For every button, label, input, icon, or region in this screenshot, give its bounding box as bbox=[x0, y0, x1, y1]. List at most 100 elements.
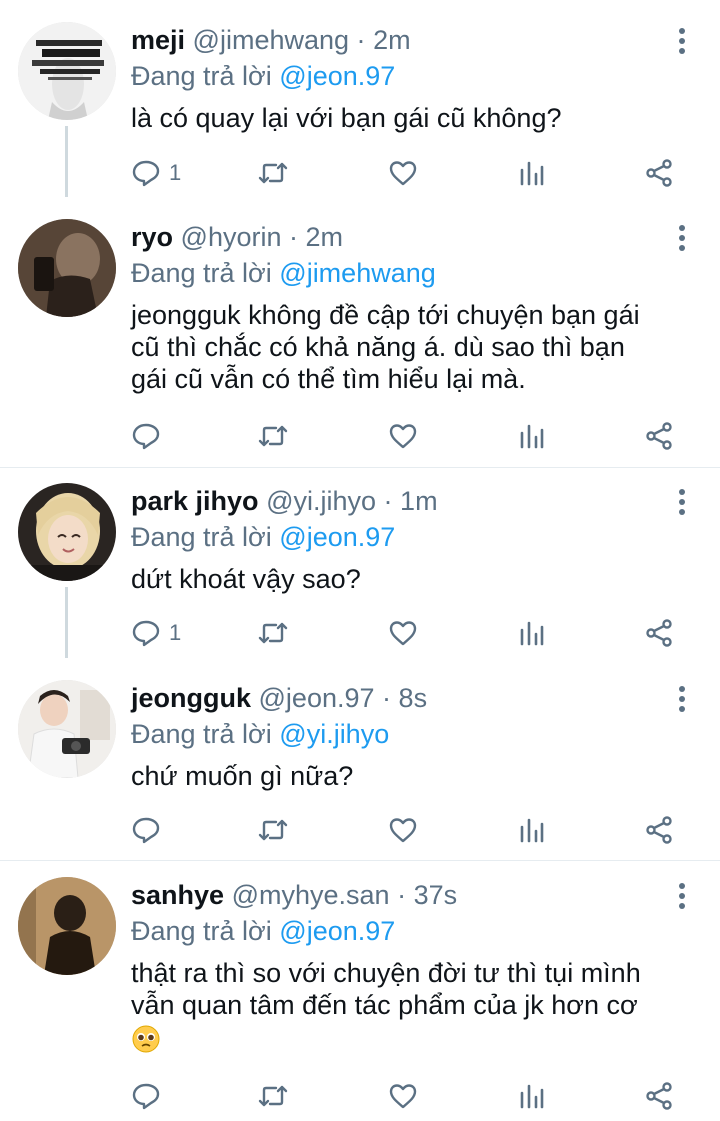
tweet-text-line bbox=[131, 1021, 690, 1054]
comment-icon bbox=[132, 620, 160, 647]
comment-icon bbox=[132, 423, 160, 450]
user-handle[interactable]: @yi.jihyo bbox=[266, 486, 376, 516]
user-handle[interactable]: @hyorin bbox=[181, 222, 282, 252]
more-icon[interactable] bbox=[672, 881, 692, 911]
like-button[interactable] bbox=[388, 419, 418, 453]
display-name[interactable]: ryo bbox=[131, 222, 173, 252]
tweet-text: jeongguk không đề cập tới chuyện bạn gái… bbox=[131, 299, 690, 395]
retweet-button[interactable] bbox=[258, 419, 288, 453]
user-handle[interactable]: @jimehwang bbox=[193, 25, 349, 55]
tweet[interactable]: park jihyo @yi.jihyo · 1m Đang trả lời @… bbox=[0, 483, 720, 658]
like-button[interactable] bbox=[388, 1079, 418, 1113]
reply-prefix: Đang trả lời bbox=[131, 258, 272, 288]
tweet-text-line: thật ra thì so với chuyện đời tư thì tụi… bbox=[131, 958, 641, 988]
display-name[interactable]: park jihyo bbox=[131, 486, 259, 516]
reply-count: 1 bbox=[169, 160, 182, 185]
tweet-header: ryo @hyorin · 2m bbox=[131, 219, 660, 255]
like-button[interactable] bbox=[388, 156, 418, 190]
divider bbox=[0, 860, 720, 861]
reply-count: 1 bbox=[169, 620, 182, 645]
retweet-icon bbox=[258, 622, 288, 644]
more-icon[interactable] bbox=[672, 223, 692, 253]
avatar[interactable] bbox=[18, 483, 116, 581]
tweet-header: jeongguk @jeon.97 · 8s bbox=[131, 680, 660, 716]
timestamp[interactable]: 37s bbox=[414, 880, 458, 910]
tweet-text-line: chứ muốn gì nữa? bbox=[131, 761, 354, 791]
reply-button[interactable] bbox=[131, 419, 169, 453]
retweet-button[interactable] bbox=[258, 1079, 288, 1113]
stats-button[interactable] bbox=[517, 1079, 547, 1113]
share-icon bbox=[646, 816, 672, 844]
avatar[interactable] bbox=[18, 680, 116, 778]
retweet-icon bbox=[258, 1085, 288, 1107]
stats-button[interactable] bbox=[517, 813, 547, 847]
display-name[interactable]: sanhye bbox=[131, 880, 224, 910]
reply-mention[interactable]: @jeon.97 bbox=[279, 61, 395, 91]
retweet-icon bbox=[258, 425, 288, 447]
reply-button[interactable]: 1 bbox=[131, 616, 181, 650]
user-handle[interactable]: @jeon.97 bbox=[259, 683, 375, 713]
share-icon bbox=[646, 159, 672, 187]
timestamp[interactable]: 2m bbox=[306, 222, 344, 252]
share-button[interactable] bbox=[644, 156, 674, 190]
more-icon[interactable] bbox=[672, 26, 692, 56]
stats-button[interactable] bbox=[517, 156, 547, 190]
tweet-text-line: vẫn quan tâm đến tác phẩm của jk hơn cơ bbox=[131, 990, 638, 1020]
reply-mention[interactable]: @jeon.97 bbox=[279, 522, 395, 552]
reply-button[interactable] bbox=[131, 813, 169, 847]
timestamp[interactable]: 1m bbox=[400, 486, 438, 516]
retweet-icon bbox=[258, 819, 288, 841]
tweet[interactable]: jeongguk @jeon.97 · 8s Đang trả lời @yi.… bbox=[0, 680, 720, 855]
share-button[interactable] bbox=[644, 813, 674, 847]
more-icon[interactable] bbox=[672, 684, 692, 714]
tweet[interactable]: ryo @hyorin · 2m Đang trả lời @jimehwang… bbox=[0, 219, 720, 464]
user-handle[interactable]: @myhye.san bbox=[232, 880, 390, 910]
retweet-button[interactable] bbox=[258, 156, 288, 190]
share-button[interactable] bbox=[644, 1079, 674, 1113]
share-icon bbox=[646, 422, 672, 450]
reply-mention[interactable]: @jeon.97 bbox=[279, 916, 395, 946]
tweet[interactable]: sanhye @myhye.san · 37s Đang trả lời @je… bbox=[0, 877, 720, 1121]
separator-dot: · bbox=[383, 486, 393, 516]
timestamp[interactable]: 8s bbox=[399, 683, 428, 713]
stats-button[interactable] bbox=[517, 616, 547, 650]
like-icon bbox=[389, 818, 417, 843]
avatar[interactable] bbox=[18, 22, 116, 120]
tweet-text: dứt khoát vậy sao? bbox=[131, 563, 690, 595]
tweet-text-line: jeongguk không đề cập tới chuyện bạn gái bbox=[131, 300, 640, 330]
like-button[interactable] bbox=[388, 616, 418, 650]
more-icon[interactable] bbox=[672, 487, 692, 517]
tweet-text-line: dứt khoát vậy sao? bbox=[131, 564, 361, 594]
stats-icon bbox=[520, 161, 544, 186]
tweet[interactable]: meji @jimehwang · 2m Đang trả lời @jeon.… bbox=[0, 22, 720, 197]
comment-icon bbox=[132, 160, 160, 187]
separator-dot: · bbox=[382, 683, 392, 713]
reply-mention[interactable]: @jimehwang bbox=[279, 258, 435, 288]
stats-icon bbox=[520, 424, 544, 449]
like-icon bbox=[389, 161, 417, 186]
share-button[interactable] bbox=[644, 419, 674, 453]
reply-mention[interactable]: @yi.jihyo bbox=[279, 719, 389, 749]
avatar[interactable] bbox=[18, 219, 116, 317]
display-name[interactable]: meji bbox=[131, 25, 185, 55]
reply-button[interactable] bbox=[131, 1079, 169, 1113]
avatar[interactable] bbox=[18, 877, 116, 975]
reply-context: Đang trả lời @jimehwang bbox=[131, 255, 436, 291]
timestamp[interactable]: 2m bbox=[373, 25, 411, 55]
reply-context: Đang trả lời @jeon.97 bbox=[131, 913, 395, 949]
tweet-header: sanhye @myhye.san · 37s bbox=[131, 877, 660, 913]
like-button[interactable] bbox=[388, 813, 418, 847]
share-icon bbox=[646, 619, 672, 647]
tweet-text: thật ra thì so với chuyện đời tư thì tụi… bbox=[131, 957, 690, 1054]
reply-button[interactable]: 1 bbox=[131, 156, 181, 190]
tweet-text-line: gái cũ vẫn có thể tìm hiểu lại mà. bbox=[131, 364, 526, 394]
stats-icon bbox=[520, 1084, 544, 1109]
retweet-button[interactable] bbox=[258, 616, 288, 650]
comment-icon bbox=[132, 817, 160, 844]
stats-icon bbox=[520, 818, 544, 843]
stats-button[interactable] bbox=[517, 419, 547, 453]
retweet-button[interactable] bbox=[258, 813, 288, 847]
reply-prefix: Đang trả lời bbox=[131, 61, 272, 91]
display-name[interactable]: jeongguk bbox=[131, 683, 251, 713]
share-button[interactable] bbox=[644, 616, 674, 650]
